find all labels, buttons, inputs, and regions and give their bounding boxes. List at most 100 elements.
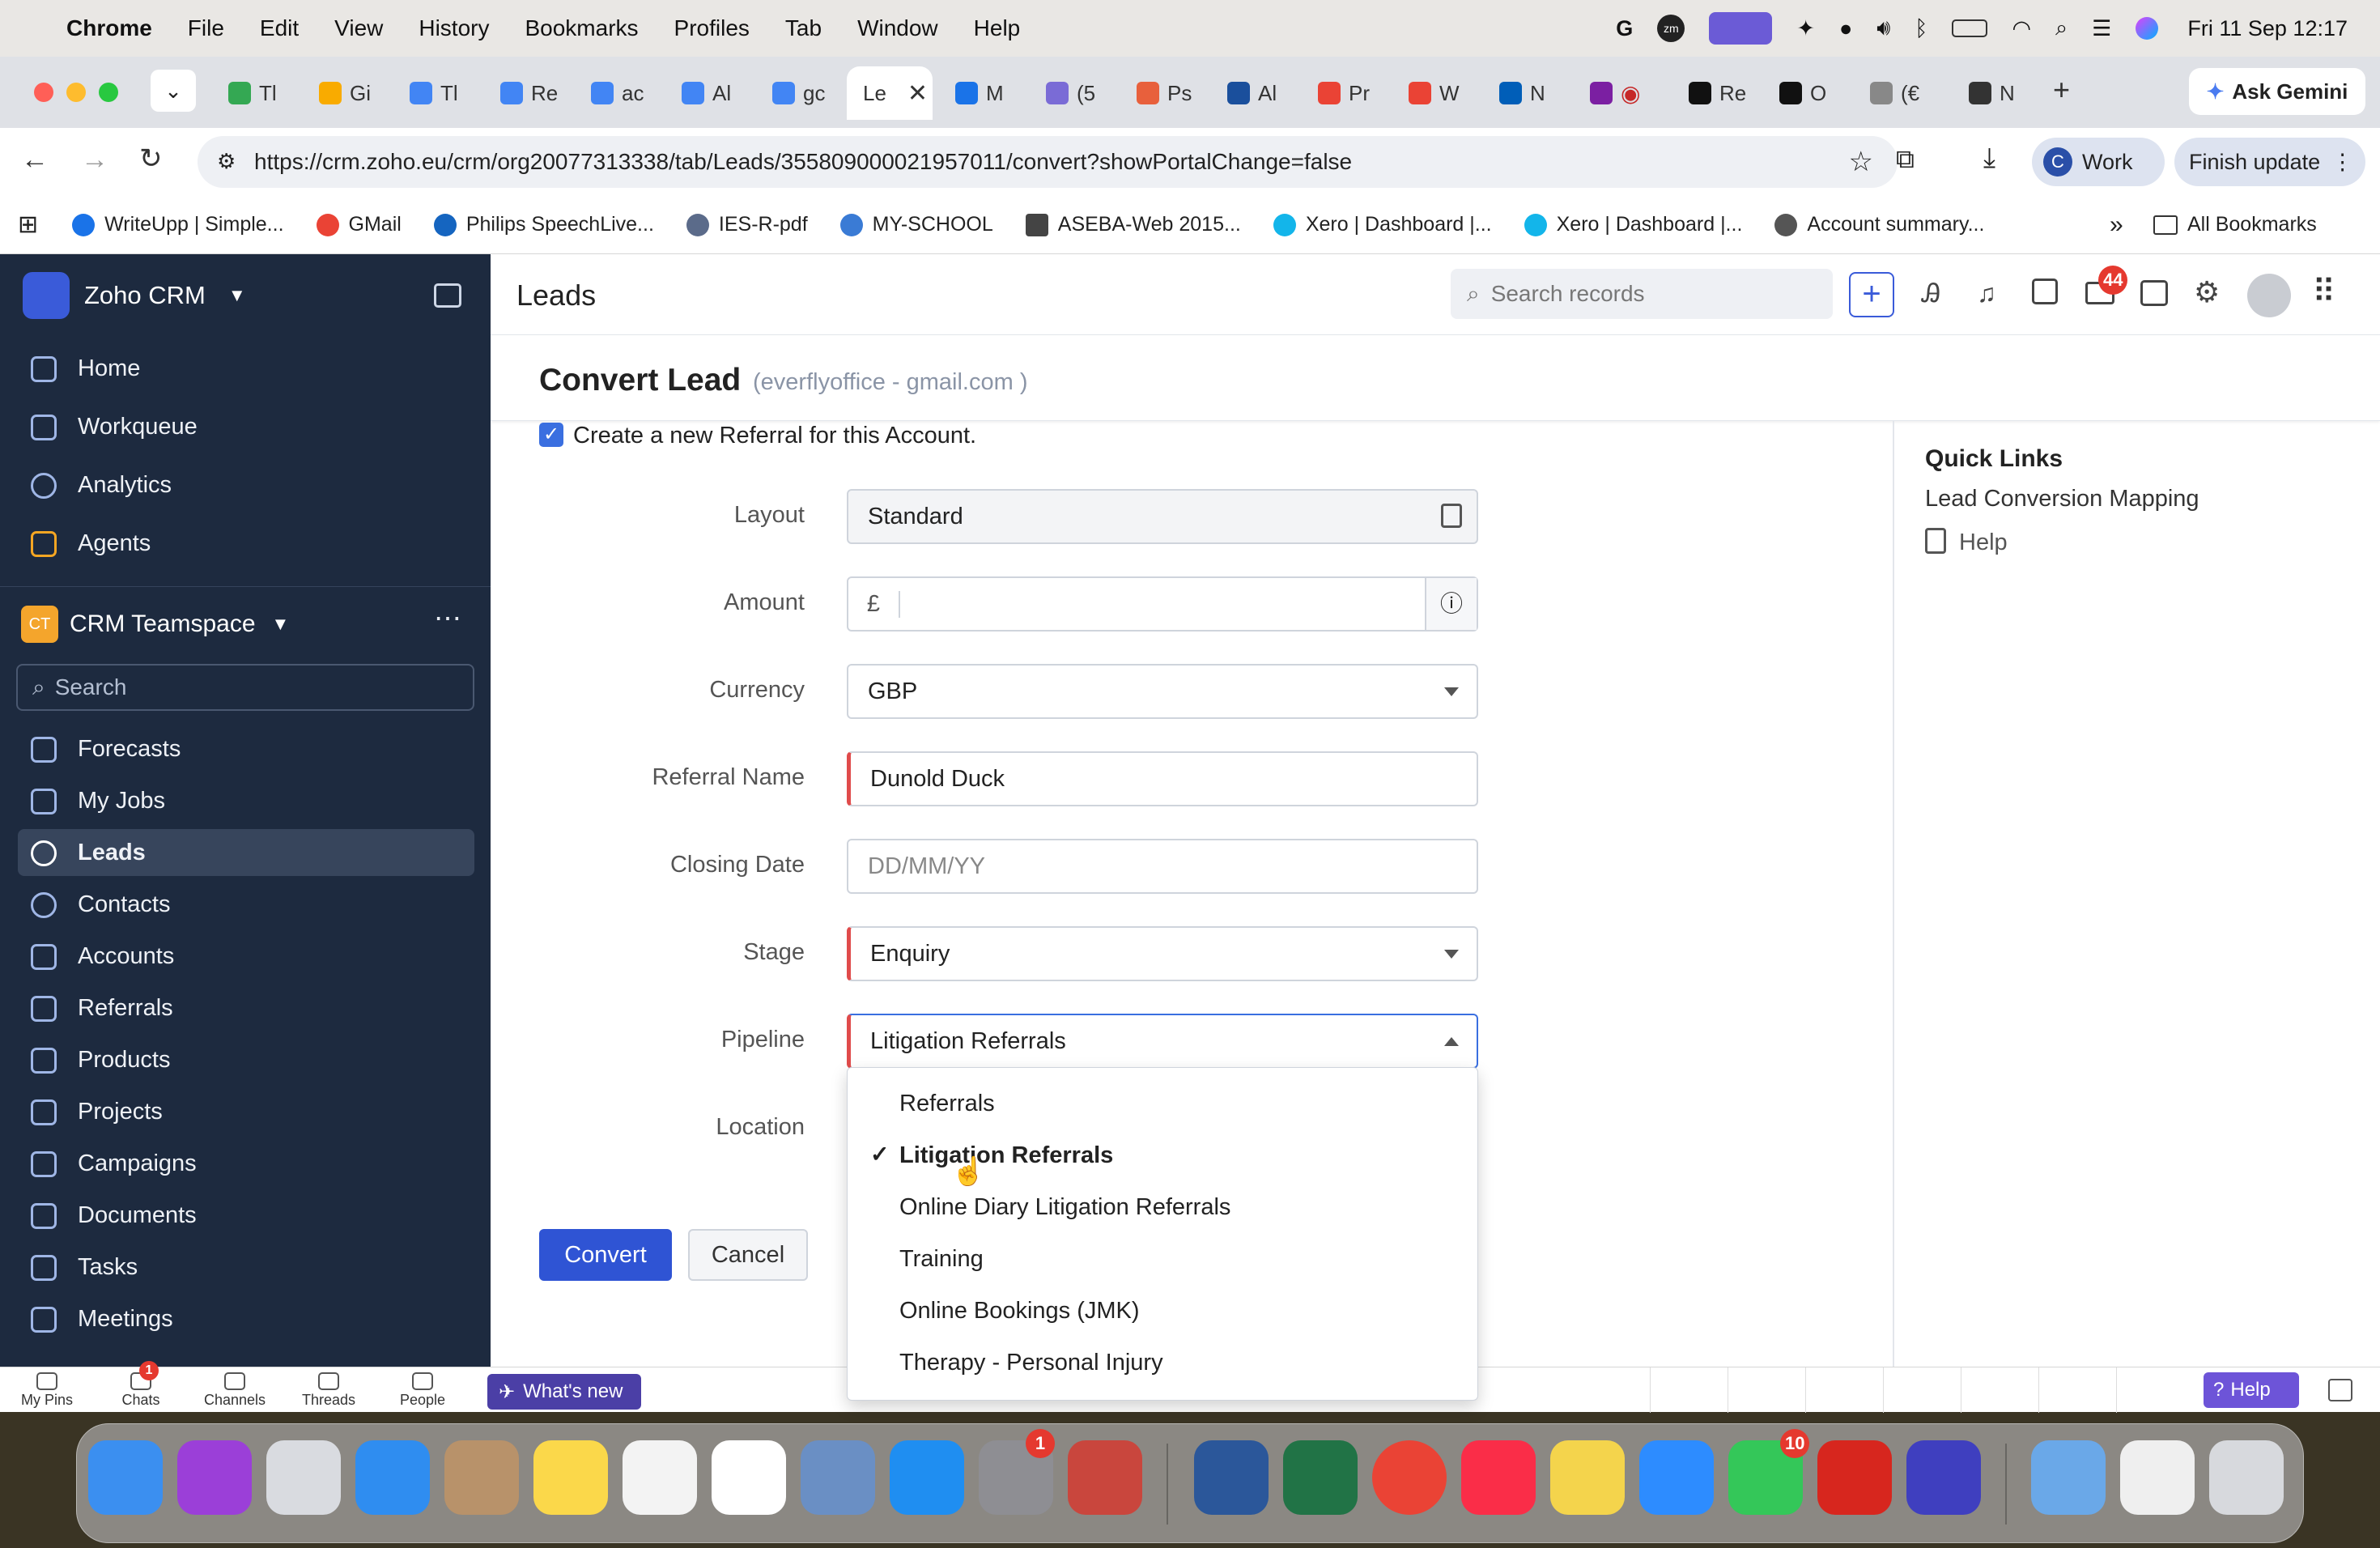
downloads-stack-icon[interactable]	[2120, 1440, 2195, 1515]
screen-mirroring-icon[interactable]	[1709, 12, 1773, 45]
menu-window[interactable]: Window	[857, 15, 938, 41]
sidebar-item-forecasts[interactable]: Forecasts	[18, 725, 474, 772]
menu-edit[interactable]: Edit	[260, 15, 299, 41]
excel-icon[interactable]	[1283, 1440, 1358, 1515]
teamspace-more-icon[interactable]: ⋯	[434, 602, 461, 635]
pipeline-option[interactable]: Therapy - Personal Injury	[899, 1350, 1163, 1376]
sidebar-item-products[interactable]: Products	[18, 1036, 474, 1083]
alarm-clock-icon[interactable]	[1961, 1367, 2038, 1413]
threads-button[interactable]: Threads	[293, 1371, 364, 1409]
announce-icon[interactable]	[1728, 1367, 1805, 1413]
sidebar-item-documents[interactable]: Documents	[18, 1192, 474, 1239]
sidebar-item-my-jobs[interactable]: My Jobs	[18, 777, 474, 824]
menu-file[interactable]: File	[188, 15, 224, 41]
browser-tab[interactable]: (€	[1854, 66, 1944, 120]
extensions-icon[interactable]: ⧉	[1896, 144, 1915, 175]
people-button[interactable]: People	[387, 1371, 458, 1409]
bottom-tool-icon[interactable]	[1650, 1367, 1728, 1413]
collapse-sidebar-icon[interactable]	[434, 283, 461, 308]
browser-tab[interactable]: N	[1953, 66, 2043, 120]
finish-update-button[interactable]: Finish update ⋮	[2174, 138, 2365, 186]
browser-tab[interactable]: N	[1483, 66, 1574, 120]
iphone-mirroring-icon[interactable]	[1068, 1440, 1142, 1515]
menu-bookmarks[interactable]: Bookmarks	[525, 15, 638, 41]
menu-app-name[interactable]: Chrome	[66, 15, 152, 41]
settings-gear-icon[interactable]: ⚙	[2194, 275, 2220, 309]
browser-tab[interactable]: O	[1763, 66, 1854, 120]
menu-profiles[interactable]: Profiles	[674, 15, 750, 41]
close-tab-icon[interactable]: ✕	[907, 79, 928, 108]
volume-icon[interactable]: 🔊︎	[1876, 15, 1890, 41]
bookmark-item[interactable]: Xero | Dashboard |...	[1273, 213, 1492, 236]
sidebar-item-accounts[interactable]: Accounts	[18, 933, 474, 980]
my-pins-button[interactable]: My Pins	[11, 1371, 83, 1409]
bookmark-item[interactable]: ASEBA-Web 2015...	[1025, 213, 1241, 236]
notes-icon[interactable]	[533, 1440, 608, 1515]
stage-select[interactable]: Enquiry	[847, 926, 1478, 981]
spotlight-icon[interactable]: ⌕	[2055, 15, 2068, 41]
browser-tab[interactable]: Re	[1672, 66, 1763, 120]
history-icon[interactable]	[2038, 1367, 2116, 1413]
battery-icon[interactable]	[1952, 19, 1988, 37]
browser-tab-active[interactable]: Le ✕	[847, 66, 933, 120]
pipeline-option[interactable]: Online Diary Litigation Referrals	[899, 1194, 1230, 1221]
info-icon[interactable]: ⓘ	[1425, 578, 1477, 630]
bell-icon[interactable]: ♫	[1977, 279, 1996, 308]
marketplace-icon[interactable]	[2140, 280, 2168, 306]
zoho-crm-switcher[interactable]: Zoho CRM ▼	[23, 272, 246, 319]
sidebar-item-leads[interactable]: Leads	[18, 829, 474, 876]
window-close-button[interactable]	[34, 83, 53, 102]
browser-tab[interactable]: Tl	[212, 66, 303, 120]
help-button[interactable]: ? Help	[2204, 1372, 2299, 1408]
menu-help[interactable]: Help	[974, 15, 1021, 41]
pipeline-select[interactable]: Litigation Referrals	[847, 1014, 1478, 1069]
sidebar-item-meetings[interactable]: Meetings	[18, 1295, 474, 1342]
bookmark-item[interactable]: IES-R-pdf	[686, 213, 808, 236]
browser-tab[interactable]: Tl	[393, 66, 484, 120]
browser-tab[interactable]: Al	[1211, 66, 1302, 120]
site-info-icon[interactable]: ⚙	[217, 149, 236, 174]
pipeline-option[interactable]: Online Bookings (JMK)	[899, 1298, 1140, 1325]
browser-tab[interactable]: Ps	[1120, 66, 1211, 120]
sidebar-item-campaigns[interactable]: Campaigns	[18, 1140, 474, 1187]
app-icon[interactable]	[712, 1440, 786, 1515]
trash-icon[interactable]	[2209, 1440, 2284, 1515]
browser-tab[interactable]: (5	[1030, 66, 1120, 120]
address-bar-url[interactable]: https://crm.zoho.eu/crm/org20077313338/t…	[254, 149, 1352, 175]
browser-tab[interactable]: ◉	[1574, 66, 1664, 120]
bookmark-item[interactable]: Philips SpeechLive...	[433, 213, 654, 236]
edit-icon[interactable]	[1883, 1367, 1961, 1413]
translate-icon[interactable]: Ꭿ	[1922, 279, 1940, 309]
user-avatar[interactable]	[2247, 274, 2291, 317]
lead-conversion-mapping-link[interactable]: Lead Conversion Mapping	[1925, 486, 2199, 512]
help-link[interactable]: Help	[1959, 529, 2008, 556]
siri-status-icon[interactable]	[2136, 17, 2159, 40]
safari-icon[interactable]	[355, 1440, 430, 1515]
teamspace-switcher[interactable]: CT CRM Teamspace ▼	[21, 606, 289, 643]
dropbox-icon[interactable]: ✦	[1796, 16, 1815, 41]
sidebar-item-contacts[interactable]: Contacts	[18, 881, 474, 928]
browser-tab[interactable]: Pr	[1302, 66, 1392, 120]
browser-tab[interactable]: Al	[665, 66, 756, 120]
sidebar-item-referrals[interactable]: Referrals	[18, 985, 474, 1031]
profile-button[interactable]: C Work	[2032, 138, 2165, 186]
acrobat-icon[interactable]	[1817, 1440, 1892, 1515]
whats-new-button[interactable]: ✈ What's new	[487, 1374, 641, 1410]
siri-icon[interactable]	[177, 1440, 252, 1515]
pipeline-option[interactable]: Referrals	[899, 1091, 995, 1117]
messages-status-icon[interactable]: ●	[1839, 16, 1852, 41]
browser-tab[interactable]: gc	[756, 66, 847, 120]
notes-panel-icon[interactable]	[2328, 1379, 2352, 1401]
browser-tab[interactable]: W	[1392, 66, 1483, 120]
browser-tab[interactable]: Gi	[303, 66, 393, 120]
nav-workqueue[interactable]: Workqueue	[18, 403, 474, 450]
closing-date-input[interactable]: DD/MM/YY	[847, 839, 1478, 894]
more-bookmarks-icon[interactable]: »	[2110, 211, 2123, 239]
forward-arrow-icon[interactable]: →	[81, 144, 108, 176]
back-arrow-icon[interactable]: ←	[21, 144, 49, 176]
menu-history[interactable]: History	[419, 15, 489, 41]
create-new-icon[interactable]: +	[1849, 272, 1894, 317]
word-icon[interactable]	[1194, 1440, 1269, 1515]
app-icon[interactable]	[1550, 1440, 1625, 1515]
music-icon[interactable]	[1461, 1440, 1536, 1515]
